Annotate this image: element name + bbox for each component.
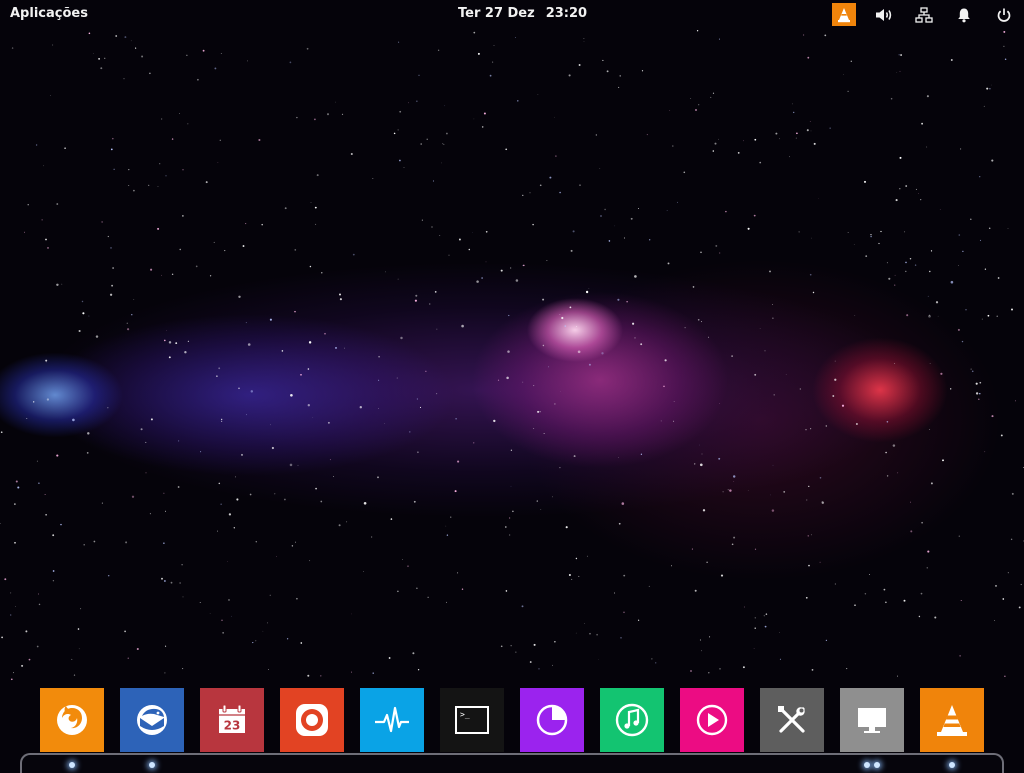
system-monitor-icon <box>375 706 409 733</box>
applications-menu[interactable]: Aplicações <box>10 6 88 21</box>
starfield <box>0 30 1024 681</box>
network-icon[interactable] <box>912 3 936 26</box>
settings-tools-icon <box>778 706 805 733</box>
dock-item-firefox[interactable] <box>40 688 104 752</box>
dock-item-system-monitor[interactable] <box>360 688 424 752</box>
dock-item-screen-recorder[interactable] <box>280 688 344 752</box>
terminal-icon: >_ <box>455 706 489 734</box>
dock-item-video-player[interactable] <box>680 688 744 752</box>
running-indicator <box>874 762 880 768</box>
desktop-wallpaper <box>0 0 1024 768</box>
dock-item-display-settings[interactable] <box>840 688 904 752</box>
firefox-icon <box>57 705 87 735</box>
running-indicator <box>864 762 870 768</box>
dock-item-music-player[interactable] <box>600 688 664 752</box>
vlc-icon <box>937 705 967 736</box>
dock-item-vlc[interactable] <box>920 688 984 752</box>
screen-recorder-icon <box>296 704 328 736</box>
time-label: 23:20 <box>545 6 588 21</box>
power-icon[interactable] <box>992 3 1016 26</box>
thunderbird-icon <box>137 705 167 735</box>
calendar-day-number: 23 <box>224 719 241 733</box>
running-indicator <box>949 762 955 768</box>
datetime-indicator[interactable]: Ter 27 Dez 23:20 <box>458 6 587 21</box>
vlc-tray-icon[interactable] <box>832 3 856 26</box>
dock-item-disk-usage[interactable] <box>520 688 584 752</box>
dock: 23 >_ <box>0 688 1024 768</box>
dock-item-settings-tools[interactable] <box>760 688 824 752</box>
disk-usage-icon <box>536 704 568 736</box>
calendar-icon: 23 <box>219 704 245 733</box>
terminal-prompt: >_ <box>460 710 470 719</box>
dock-item-thunderbird[interactable] <box>120 688 184 752</box>
notifications-bell-icon[interactable] <box>952 3 976 26</box>
dock-item-terminal[interactable]: >_ <box>440 688 504 752</box>
music-player-icon <box>615 703 649 737</box>
volume-icon[interactable] <box>872 3 896 26</box>
display-settings-icon <box>858 708 886 733</box>
video-player-icon <box>696 704 728 736</box>
date-label: Ter 27 Dez <box>458 6 535 21</box>
top-panel: Aplicações Ter 27 Dez 23:20 <box>0 0 1024 28</box>
running-indicator <box>69 762 75 768</box>
dock-item-calendar[interactable]: 23 <box>200 688 264 752</box>
running-indicator <box>149 762 155 768</box>
